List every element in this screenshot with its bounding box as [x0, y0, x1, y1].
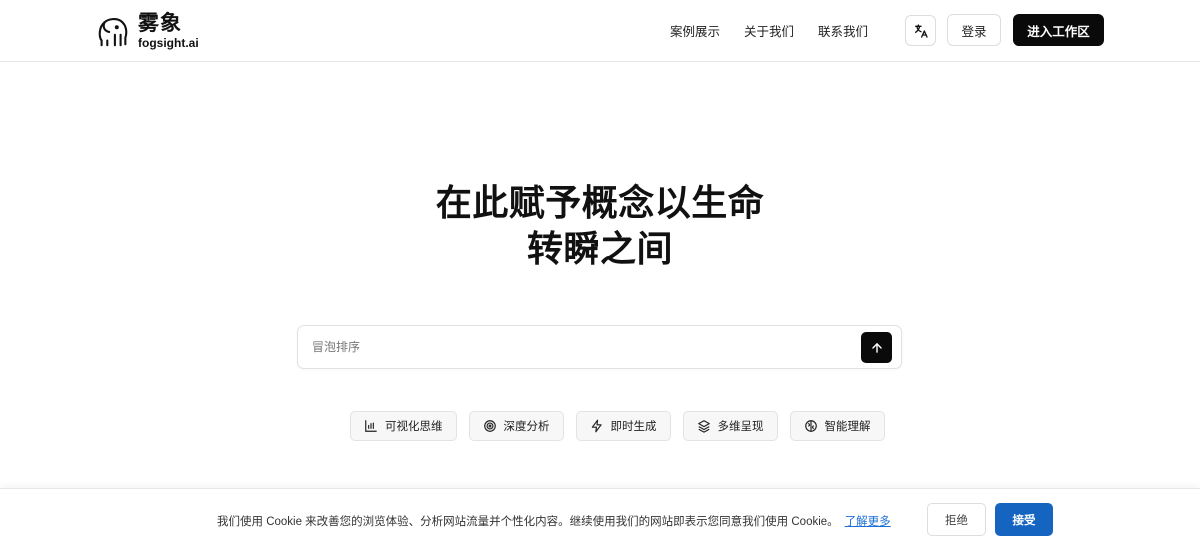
lightning-icon [591, 419, 602, 433]
logo-subtitle: fogsight.ai [138, 36, 199, 50]
feature-chips: 可视化思维 深度分析 即时生成 多维呈现 智能理解 [350, 411, 885, 441]
chip-label: 深度分析 [503, 421, 550, 433]
cookie-banner: 我们使用 Cookie 来改善您的浏览体验、分析网站流量并个性化内容。继续使用我… [0, 488, 1200, 556]
login-button[interactable]: 登录 [947, 14, 1001, 46]
nav-contact[interactable]: 联系我们 [818, 21, 868, 40]
submit-button[interactable] [861, 332, 892, 363]
chip-smart-understanding[interactable]: 智能理解 [789, 411, 885, 441]
hero-title: 在此赋予概念以生命 转瞬之间 [0, 180, 1200, 272]
prompt-input[interactable] [312, 326, 852, 368]
chip-deep-analysis[interactable]: 深度分析 [468, 411, 564, 441]
learn-more-link[interactable]: 了解更多 [845, 516, 891, 528]
nav-about[interactable]: 关于我们 [744, 21, 794, 40]
language-button[interactable] [905, 15, 936, 46]
elephant-logo-icon [98, 18, 128, 47]
translate-icon [914, 23, 928, 38]
nav-cases[interactable]: 案例展示 [670, 21, 720, 40]
chip-label: 智能理解 [824, 421, 871, 433]
logo[interactable]: 雾象 fogsight.ai [94, 10, 199, 52]
layers-icon [697, 420, 710, 433]
bar-chart-icon [365, 420, 377, 432]
enter-workspace-button[interactable]: 进入工作区 [1013, 14, 1104, 46]
reject-cookies-button[interactable]: 拒绝 [927, 503, 986, 536]
cookie-message-row: 我们使用 Cookie 来改善您的浏览体验、分析网站流量并个性化内容。继续使用我… [217, 513, 891, 529]
chip-multidimensional[interactable]: 多维呈现 [682, 411, 778, 441]
site-header: 雾象 fogsight.ai 案例展示 关于我们 联系我们 登录 进入工作区 [0, 0, 1200, 62]
chip-label: 多维呈现 [717, 421, 764, 433]
logo-title: 雾象 [138, 12, 182, 35]
prompt-box [297, 325, 902, 369]
chip-instant-generation[interactable]: 即时生成 [575, 411, 671, 441]
main-nav: 案例展示 关于我们 联系我们 [670, 21, 868, 40]
chip-label: 可视化思维 [385, 421, 443, 433]
hero-title-line-2: 转瞬之间 [526, 228, 673, 269]
accept-cookies-button[interactable]: 接受 [995, 503, 1053, 536]
arrow-up-icon [871, 342, 882, 353]
target-icon [483, 420, 496, 432]
brain-icon [804, 420, 817, 432]
chip-visual-thinking[interactable]: 可视化思维 [350, 411, 457, 441]
hero-title-line-1: 在此赋予概念以生命 [435, 182, 765, 223]
chip-label: 即时生成 [610, 421, 657, 433]
cookie-message: 我们使用 Cookie 来改善您的浏览体验、分析网站流量并个性化内容。继续使用我… [217, 516, 839, 528]
